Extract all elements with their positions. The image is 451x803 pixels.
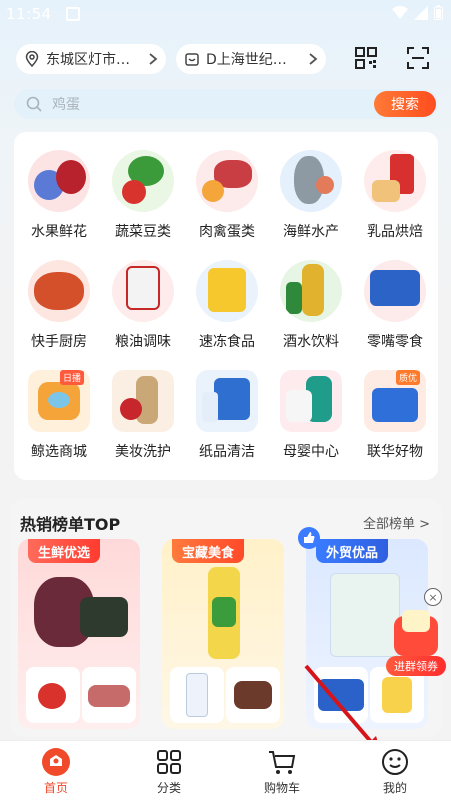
location-pin-icon	[25, 51, 39, 67]
quick-kitchen-icon	[28, 260, 90, 322]
location-selector[interactable]: 东城区灯市…	[16, 44, 166, 74]
category-quick-kitchen[interactable]: 快手厨房	[17, 260, 101, 351]
category-whale-mall[interactable]: 日播 鲸选商城	[17, 370, 101, 461]
category-label: 母婴中心	[283, 444, 339, 460]
signal-icon	[414, 5, 428, 20]
category-fruit-flower[interactable]: 水果鲜花	[17, 150, 101, 241]
category-label: 零嘴零食	[367, 334, 423, 350]
category-tag: 质优	[395, 370, 420, 385]
meat-egg-icon	[196, 150, 258, 212]
lianhua-goods-icon: 质优	[364, 370, 426, 432]
nav-label: 分类	[156, 781, 181, 795]
panel-treasure-food[interactable]: 宝藏美食	[162, 539, 284, 729]
category-paper-cleaning[interactable]: 纸品清洁	[185, 370, 269, 461]
product-thumb	[82, 667, 136, 723]
fruit-flower-icon	[28, 150, 90, 212]
category-grain-oil[interactable]: 粮油调味	[101, 260, 185, 351]
nav-cart[interactable]: 购物车	[242, 747, 322, 796]
category-lianhua-goods[interactable]: 质优 联华好物	[353, 370, 437, 461]
nav-label: 首页	[43, 781, 68, 795]
scan-icon[interactable]	[406, 46, 430, 70]
panel-badge: 生鲜优选	[28, 539, 101, 563]
category-label: 酒水饮料	[283, 334, 339, 350]
product-image	[28, 567, 130, 659]
category-dairy-bakery[interactable]: 乳品烘焙	[353, 150, 437, 241]
mother-baby-icon	[280, 370, 342, 432]
category-label: 美妆洗护	[115, 444, 171, 460]
qr-code-icon[interactable]	[354, 46, 378, 70]
category-mother-baby[interactable]: 母婴中心	[269, 370, 353, 461]
notification-icon	[66, 7, 80, 21]
coupon-label[interactable]: 进群领券	[386, 656, 446, 676]
category-label: 联华好物	[367, 444, 423, 460]
product-thumb	[26, 667, 80, 723]
search-input[interactable]: 鸡蛋	[52, 94, 80, 114]
search-icon	[26, 96, 42, 112]
drinks-icon	[280, 260, 342, 322]
dairy-bakery-icon	[364, 150, 426, 212]
product-image	[172, 567, 274, 659]
category-drinks[interactable]: 酒水饮料	[269, 260, 353, 351]
panel-fresh[interactable]: 生鲜优选	[18, 539, 140, 729]
category-beauty-care[interactable]: 美妆洗护	[101, 370, 185, 461]
whale-mall-icon: 日播	[28, 370, 90, 432]
category-label: 水果鲜花	[31, 224, 87, 240]
category-label: 蔬菜豆类	[115, 224, 171, 240]
seafood-icon	[280, 150, 342, 212]
status-icons	[392, 5, 443, 20]
search-bar[interactable]: 鸡蛋 搜索	[14, 89, 438, 119]
product-thumb	[226, 667, 280, 723]
category-seafood[interactable]: 海鲜水产	[269, 150, 353, 241]
category-label: 粮油调味	[115, 334, 171, 350]
bottom-navigation: 首页 分类 购物车 我的	[0, 740, 451, 803]
nav-profile[interactable]: 我的	[355, 747, 435, 796]
chevron-right-icon	[149, 53, 158, 65]
category-label: 纸品清洁	[199, 444, 255, 460]
nav-home[interactable]: 首页	[16, 747, 96, 796]
category-frozen-food[interactable]: 速冻食品	[185, 260, 269, 351]
category-snacks[interactable]: 零嘴零食	[353, 260, 437, 351]
location-text: 东城区灯市…	[46, 52, 130, 68]
category-label: 肉禽蛋类	[199, 224, 255, 240]
category-vegetable[interactable]: 蔬菜豆类	[101, 150, 185, 241]
category-label: 海鲜水产	[283, 224, 339, 240]
category-meat-egg[interactable]: 肉禽蛋类	[185, 150, 269, 241]
chevron-right-icon	[309, 53, 318, 65]
status-bar: 11:54	[0, 0, 451, 30]
paper-cleaning-icon	[196, 370, 258, 432]
wifi-icon	[392, 5, 408, 19]
category-label: 速冻食品	[199, 334, 255, 350]
home-icon	[42, 748, 70, 776]
all-rankings-link[interactable]: 全部榜单 >	[363, 513, 430, 532]
close-icon[interactable]: ×	[424, 588, 442, 606]
vegetable-icon	[112, 150, 174, 212]
hot-ranking-title: 热销榜单TOP	[20, 515, 121, 534]
product-thumb	[170, 667, 224, 723]
grain-oil-icon	[112, 260, 174, 322]
category-label: 快手厨房	[31, 334, 87, 350]
category-grid: 水果鲜花 蔬菜豆类 肉禽蛋类 海鲜水产 乳品烘焙 快手厨房 粮油调味 速冻食品 …	[14, 132, 438, 480]
store-text: D上海世纪…	[206, 52, 287, 68]
panel-badge: 外贸优品	[316, 539, 389, 563]
category-label: 乳品烘焙	[367, 224, 423, 240]
store-selector[interactable]: D上海世纪…	[176, 44, 326, 74]
beauty-care-icon	[112, 370, 174, 432]
category-grid-icon	[157, 750, 181, 774]
category-tag: 日播	[59, 370, 84, 385]
store-icon	[185, 53, 199, 66]
snacks-icon	[364, 260, 426, 322]
cart-icon	[269, 751, 296, 774]
nav-category[interactable]: 分类	[129, 747, 209, 796]
search-button[interactable]: 搜索	[374, 91, 436, 117]
status-time: 11:54	[6, 5, 52, 23]
category-label: 鲸选商城	[31, 444, 87, 460]
nav-label: 购物车	[263, 781, 300, 795]
nav-label: 我的	[382, 781, 407, 795]
battery-icon	[434, 5, 443, 20]
profile-smile-icon	[382, 749, 408, 775]
frozen-food-icon	[196, 260, 258, 322]
panel-badge: 宝藏美食	[172, 539, 245, 563]
